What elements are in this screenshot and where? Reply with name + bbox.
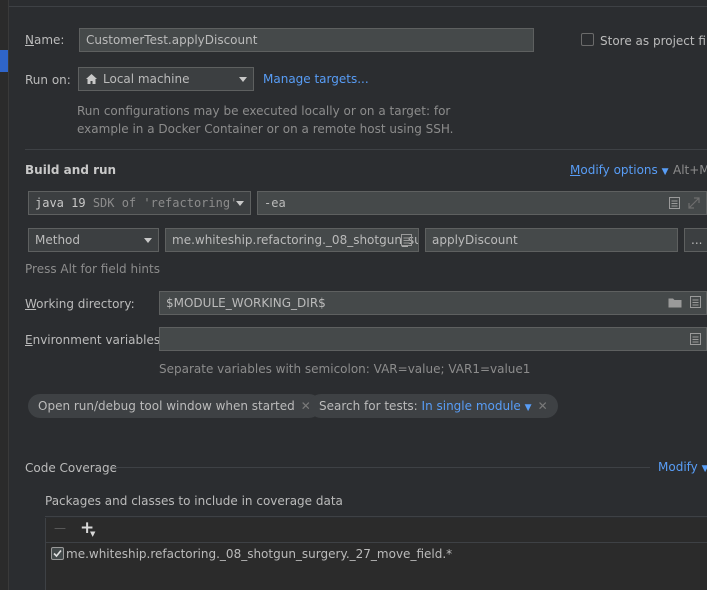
name-field[interactable]: CustomerTest.applyDiscount <box>79 28 534 52</box>
dropdown-arrow-icon <box>236 201 244 206</box>
test-method-field[interactable]: applyDiscount <box>425 228 678 252</box>
coverage-modify-text: Modify <box>658 460 698 474</box>
coverage-entry-checkbox[interactable] <box>51 547 64 560</box>
test-kind-value: Method <box>35 233 81 247</box>
name-label: Name: <box>25 33 65 47</box>
document-icon[interactable] <box>669 197 680 209</box>
folder-icon[interactable] <box>668 297 682 308</box>
browse-method-button[interactable]: ... <box>684 228 707 252</box>
test-kind-combo[interactable]: Method <box>28 228 159 252</box>
code-coverage-divider <box>115 467 650 468</box>
working-directory-label: Working directory: <box>25 297 135 311</box>
chevron-down-icon: ▼ <box>701 464 707 474</box>
environment-variables-hint: Separate variables with semicolon: VAR=v… <box>159 362 531 376</box>
store-as-project-checkbox[interactable] <box>581 33 594 46</box>
left-panel-strip <box>0 0 9 590</box>
code-coverage-title: Code Coverage <box>25 461 118 475</box>
packages-label: Packages and classes to include in cover… <box>45 494 343 508</box>
environment-variables-field[interactable] <box>159 327 707 351</box>
search-for-tests-label: Search for tests: <box>319 399 418 413</box>
working-directory-label-text: orking directory: <box>36 297 135 311</box>
coverage-list-panel: — + ▼ me.whiteship.refactoring._08_shotg… <box>45 518 707 590</box>
run-on-hint-line-2: example in a Docker Container or on a re… <box>77 122 454 136</box>
run-on-value: Local machine <box>103 72 190 86</box>
search-for-tests-value[interactable]: In single module <box>422 399 521 413</box>
jdk-description: SDK of 'refactoring' <box>92 196 238 210</box>
jdk-version: java 19 <box>35 196 86 210</box>
environment-variables-label-text: nvironment variables: <box>32 333 165 347</box>
section-divider <box>25 149 707 150</box>
build-run-title: Build and run <box>25 163 117 177</box>
run-on-combo[interactable]: Local machine <box>78 67 254 91</box>
search-for-tests-chip[interactable]: Search for tests: In single module ▼ ✕ <box>309 394 558 418</box>
modify-options-shortcut: Alt+M <box>673 163 707 177</box>
modify-options-link[interactable]: Modify options ▼ <box>570 163 669 177</box>
coverage-modify-link[interactable]: Modify ▼ <box>658 460 707 474</box>
dropdown-arrow-icon <box>239 77 247 82</box>
expand-icon[interactable] <box>688 197 700 209</box>
selected-config-marker <box>0 50 8 72</box>
chevron-down-icon: ▼ <box>524 403 532 413</box>
run-on-hint-line-1: Run configurations may be executed local… <box>77 104 451 118</box>
document-icon[interactable] <box>401 234 412 246</box>
document-icon[interactable] <box>690 333 701 345</box>
jdk-combo[interactable]: java 19 SDK of 'refactoring' <box>28 191 251 215</box>
remove-entry-button[interactable]: — <box>54 521 66 535</box>
store-as-project-label: Store as project file <box>600 34 707 48</box>
field-hint-text: Press Alt for field hints <box>25 262 160 276</box>
chevron-down-icon: ▼ <box>661 167 669 177</box>
open-tool-window-label: Open run/debug tool window when started <box>38 399 295 413</box>
vm-options-field[interactable]: -ea <box>257 191 707 215</box>
working-directory-field[interactable]: $MODULE_WORKING_DIR$ <box>159 291 707 315</box>
modify-options-text: odify options <box>580 163 658 177</box>
home-icon <box>86 74 97 84</box>
close-icon[interactable]: ✕ <box>538 399 548 413</box>
manage-targets-link[interactable]: Manage targets... <box>263 72 369 86</box>
top-divider <box>9 6 707 7</box>
coverage-entry-row[interactable]: me.whiteship.refactoring._08_shotgun_sur… <box>46 543 707 565</box>
checkmark-icon <box>53 549 62 558</box>
test-class-field[interactable]: me.whiteship.refactoring._08_shotgun_sur <box>165 228 419 252</box>
document-icon[interactable] <box>690 296 701 308</box>
run-on-label: Run on: <box>25 73 71 87</box>
dropdown-arrow-icon <box>144 238 152 243</box>
open-tool-window-chip[interactable]: Open run/debug tool window when started ✕ <box>28 394 321 418</box>
coverage-entry-pattern: me.whiteship.refactoring._08_shotgun_sur… <box>66 547 453 561</box>
name-label-text: ame: <box>33 33 65 47</box>
environment-variables-label: Environment variables: <box>25 333 165 347</box>
add-dropdown-icon: ▼ <box>90 530 96 538</box>
coverage-toolbar: — + ▼ <box>46 518 707 543</box>
packages-divider <box>45 516 707 517</box>
